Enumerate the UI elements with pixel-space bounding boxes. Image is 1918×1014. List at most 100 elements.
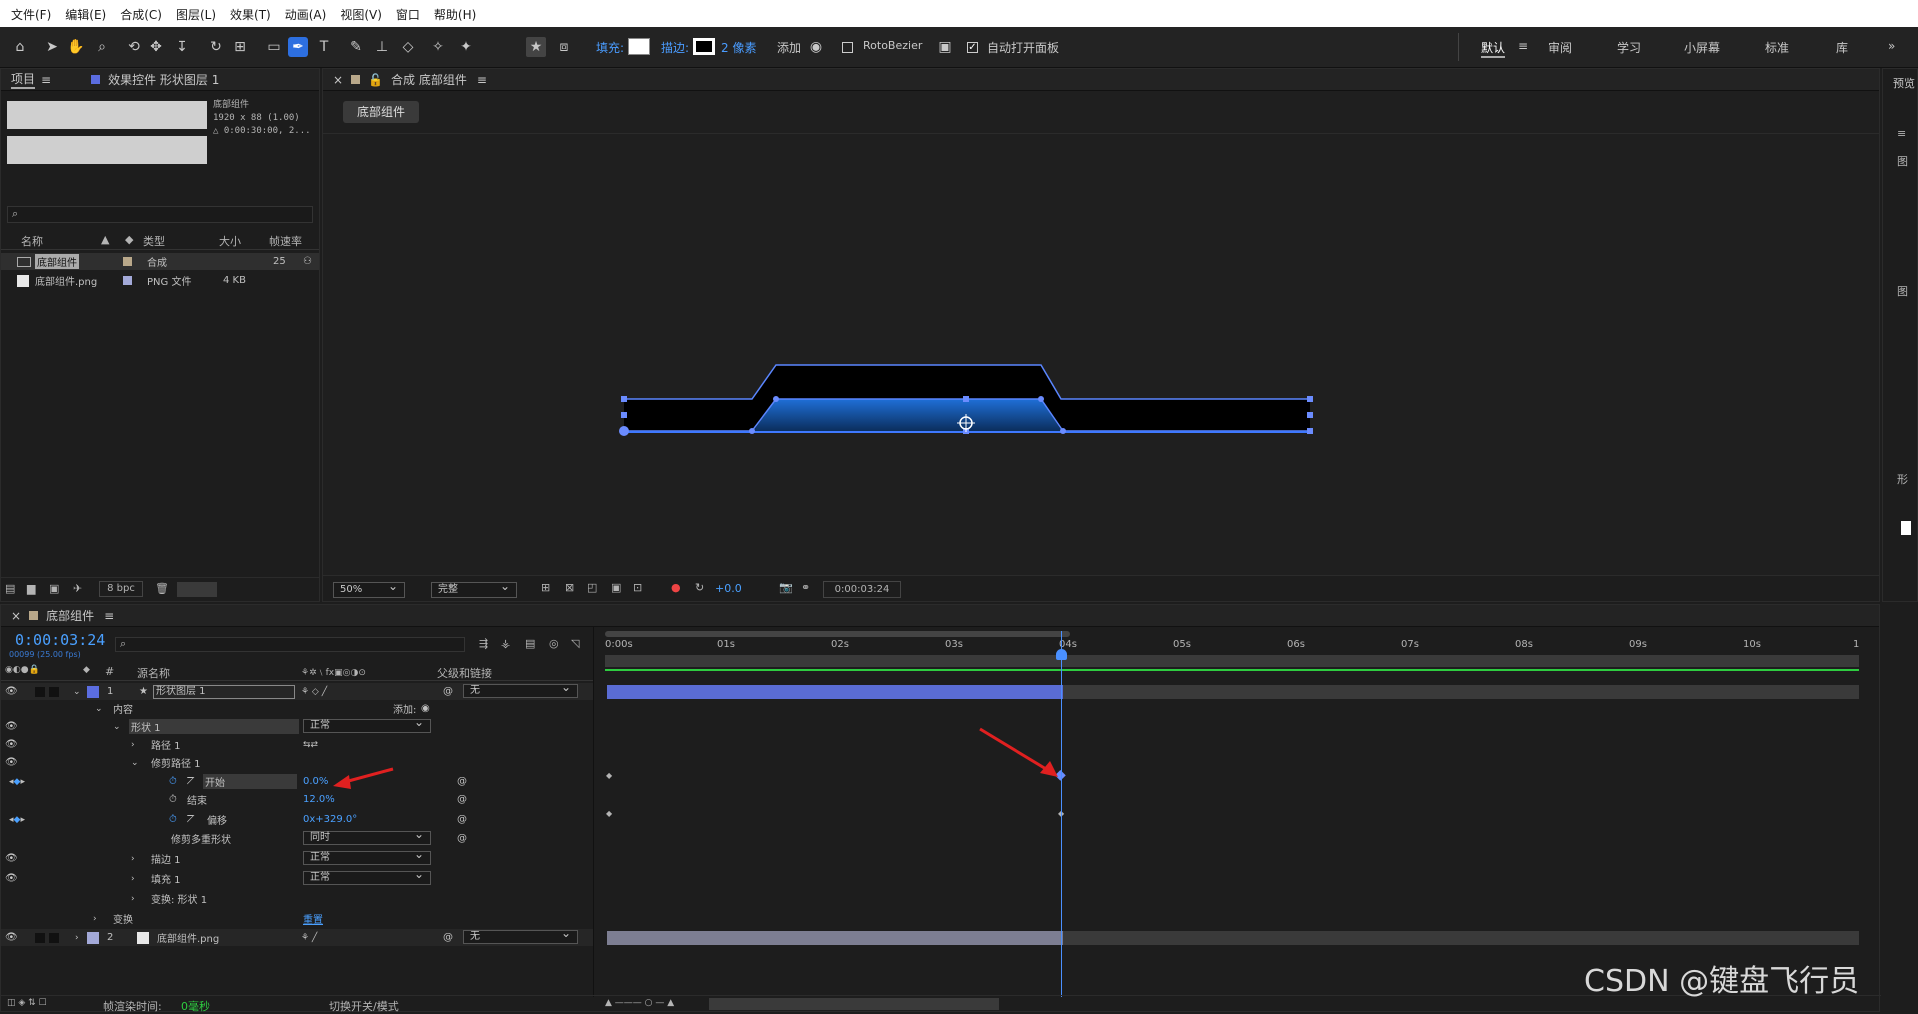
add-label[interactable]: 添加 xyxy=(777,39,801,56)
property-value[interactable]: 0x+329.0° xyxy=(303,814,357,825)
keyframe-nav-icon[interactable]: ◂◆▸ xyxy=(9,815,25,825)
rotate-tool-icon[interactable]: ↻ xyxy=(206,37,226,57)
snapshot-icon[interactable]: 📷 xyxy=(779,581,793,594)
graph-icon[interactable]: ⦢ xyxy=(187,776,195,787)
solo-toggle[interactable] xyxy=(35,932,45,943)
list-item[interactable]: 底部组件.png PNG 文件 4 KB xyxy=(1,272,319,289)
layer-name[interactable]: 底部组件.png xyxy=(157,930,219,945)
fill-swatch[interactable] xyxy=(628,38,650,55)
chevron-right-icon[interactable]: › xyxy=(75,933,79,943)
workspace-review[interactable]: 审阅 xyxy=(1548,39,1572,56)
chevron-right-icon[interactable]: › xyxy=(131,874,135,884)
tab-project[interactable]: 项目 xyxy=(11,70,36,89)
interpret-footage-icon[interactable]: ▤ xyxy=(5,582,15,595)
menu-help[interactable]: 帮助(H) xyxy=(427,6,483,27)
blend-mode-select[interactable]: 正常 xyxy=(303,716,431,733)
brush-tool-icon[interactable]: ✎ xyxy=(346,37,366,57)
show-snapshot-icon[interactable]: ⚭ xyxy=(801,581,810,594)
eraser-tool-icon[interactable]: ◇ xyxy=(398,37,418,57)
reset-exposure-icon[interactable]: ↻ xyxy=(695,581,704,594)
playhead[interactable] xyxy=(1061,631,1062,997)
blend-mode-select[interactable]: 正常 xyxy=(303,868,431,885)
comp-mini-flowchart-icon[interactable]: ⇶ xyxy=(479,637,488,650)
pan-behind-tool-icon[interactable]: ⊞ xyxy=(230,37,250,57)
layer-row-2[interactable]: 👁 › 2 底部组件.png ⚘ ╱ @ 无 xyxy=(1,927,593,946)
tab-menu-icon[interactable]: ≡ xyxy=(104,609,114,623)
type-tool-icon[interactable]: T xyxy=(314,37,334,57)
zoom-slider[interactable]: ▲ ——— ○ — ▲ xyxy=(605,998,674,1008)
source-name-header[interactable]: 源名称 xyxy=(137,665,170,681)
add-circle-icon[interactable]: ◉ xyxy=(806,37,826,57)
keyframe-offset[interactable]: ◆ xyxy=(606,809,612,818)
layer-label-color[interactable] xyxy=(87,931,99,944)
panel-menu-icon[interactable]: ≡ xyxy=(1897,127,1906,140)
menu-animation[interactable]: 动画(A) xyxy=(278,6,334,27)
property-row[interactable]: ◂◆▸ ⏱ ⦢ 偏移 0x+329.0° @ xyxy=(1,811,593,828)
eye-icon[interactable]: 👁 xyxy=(5,721,18,732)
keyframe-start[interactable]: ◆ xyxy=(606,771,612,780)
comp-breadcrumb[interactable]: 底部组件 xyxy=(343,101,419,123)
path-direction-icons[interactable]: ⇆⇄ xyxy=(303,740,318,750)
workspace-libraries[interactable]: 库 xyxy=(1836,39,1848,56)
col-size[interactable]: 大小 xyxy=(219,233,241,249)
resolution-select[interactable]: 完整 xyxy=(431,579,517,598)
stopwatch-icon[interactable]: ⏱ xyxy=(169,814,177,825)
zoom-select[interactable]: 50% xyxy=(333,579,405,598)
stopwatch-icon[interactable]: ⏱ xyxy=(169,794,177,805)
stroke-width-value[interactable]: 2 像素 xyxy=(721,39,756,56)
property-row[interactable]: 修剪多重形状 同时 @ xyxy=(1,828,593,847)
layer-row-1[interactable]: 👁 ⌄ 1 ★ 形状图层 1 ⚘ ◇ ╱ @ 无 xyxy=(1,681,593,700)
zoom-tool-icon[interactable]: ⌕ xyxy=(92,37,112,57)
eye-icon[interactable]: 👁 xyxy=(5,757,18,768)
property-value[interactable]: 0.0% xyxy=(303,776,328,787)
bpc-button[interactable]: 8 bpc xyxy=(99,581,143,597)
col-fps[interactable]: 帧速率 xyxy=(269,233,302,249)
col-name[interactable]: 名称 xyxy=(21,233,43,249)
graph-icon[interactable]: ⦢ xyxy=(187,814,195,825)
stopwatch-icon[interactable]: ⏱ xyxy=(169,776,177,787)
pickwhip-icon[interactable]: @ xyxy=(457,776,467,787)
property-value[interactable]: 12.0% xyxy=(303,794,335,805)
graph-editor-icon[interactable]: ◹ xyxy=(571,637,579,650)
trash-icon[interactable]: 🗑 xyxy=(155,582,169,595)
pickwhip-icon[interactable]: @ xyxy=(443,932,453,943)
layer-label-color[interactable] xyxy=(87,685,99,698)
property-row[interactable]: 👁 › 填充 1 正常 xyxy=(1,868,593,887)
pan-tool-icon[interactable]: ✥ xyxy=(146,37,166,57)
hand-tool-icon[interactable]: ✋ xyxy=(66,37,86,57)
shy-layers-icon[interactable]: ▤ xyxy=(525,637,535,650)
new-comp-icon[interactable]: ▣ xyxy=(49,582,59,595)
flowchart-icon[interactable]: ⚇ xyxy=(303,256,312,267)
rectangle-tool-icon[interactable]: ▭ xyxy=(264,37,284,57)
parent-header[interactable]: 父级和链接 xyxy=(437,665,492,681)
transparency-icon[interactable]: ⊠ xyxy=(565,581,574,594)
project-search-input[interactable]: ⌕ xyxy=(7,206,313,223)
menu-edit[interactable]: 编辑(E) xyxy=(58,6,113,27)
home-icon[interactable]: ⌂ xyxy=(10,37,30,57)
calendar-icon[interactable]: ▣ xyxy=(935,37,955,57)
layer-name[interactable]: 形状图层 1 xyxy=(153,684,295,699)
pickwhip-icon[interactable]: @ xyxy=(457,814,467,825)
tab-menu-icon[interactable]: ≡ xyxy=(41,73,51,87)
timeline-scrollbar[interactable] xyxy=(709,998,999,1010)
auto-open-checkbox[interactable]: ✓ xyxy=(967,42,978,53)
eye-icon[interactable]: 👁 xyxy=(5,853,18,864)
layer-2-duration-bar[interactable] xyxy=(607,931,1063,945)
tab-composition[interactable]: 合成 底部组件 xyxy=(391,71,467,88)
stroke-swatch[interactable] xyxy=(693,38,715,55)
reset-link[interactable]: 重置 xyxy=(303,911,323,926)
grid-icon[interactable]: ⊞ xyxy=(541,581,550,594)
property-row[interactable]: ⌄ 内容 添加: ◉ xyxy=(1,700,593,717)
property-row[interactable]: 👁 ⌄ 修剪路径 1 xyxy=(1,754,593,771)
color-channels-icon[interactable]: ● xyxy=(671,581,681,594)
region-icon[interactable]: ▣ xyxy=(611,581,621,594)
property-row[interactable]: › 变换: 形状 1 xyxy=(1,890,593,907)
eye-icon[interactable]: 👁 xyxy=(5,932,18,943)
eye-icon[interactable]: 👁 xyxy=(5,739,18,750)
eye-icon[interactable]: 👁 xyxy=(5,686,18,697)
timeline-search-input[interactable]: ⌕ xyxy=(115,637,465,652)
sort-up-icon[interactable]: ▲ xyxy=(101,233,109,246)
parent-select[interactable]: 无 xyxy=(463,681,578,698)
clone-stamp-tool-icon[interactable]: ⊥ xyxy=(372,37,392,57)
new-folder-icon[interactable]: ▆ xyxy=(27,582,35,595)
